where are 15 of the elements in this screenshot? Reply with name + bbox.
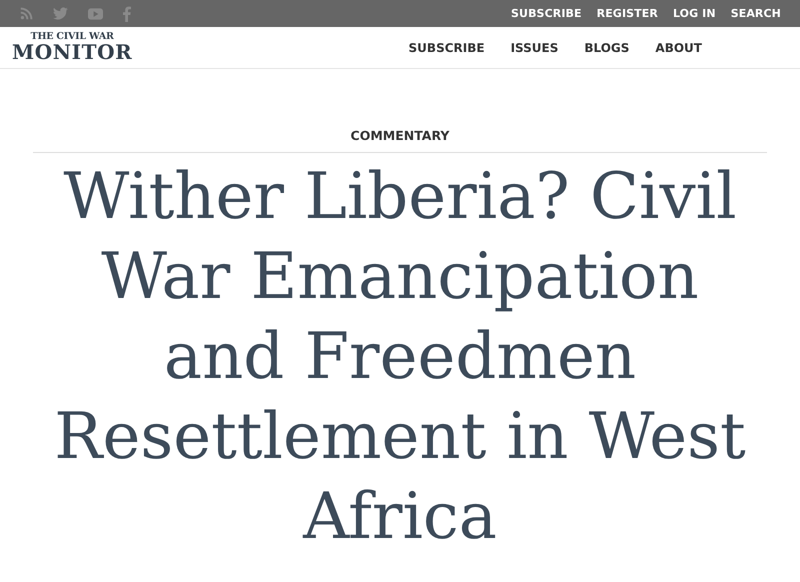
- top-link[interactable]: SEARCH: [730, 7, 781, 20]
- bird-icon[interactable]: [53, 7, 68, 20]
- rss-icon[interactable]: [20, 7, 33, 20]
- play-icon[interactable]: [88, 8, 103, 20]
- top-link[interactable]: SUBSCRIBE: [511, 7, 582, 20]
- article-title: Wither Liberia? Civil War Emancipation and Freedmen Resettlement in West Africa: [53, 159, 747, 556]
- category-label: COMMENTARY: [33, 128, 767, 153]
- nav-link[interactable]: SUBSCRIBE: [408, 40, 485, 54]
- nav-link[interactable]: BLOGS: [584, 40, 630, 54]
- facebook-icon[interactable]: [123, 6, 131, 22]
- nav-link[interactable]: ABOUT: [655, 40, 702, 54]
- top-link[interactable]: REGISTER: [596, 7, 658, 20]
- nav-link[interactable]: ISSUES: [510, 40, 558, 54]
- site-logo[interactable]: THE CIVIL WAR MONITOR: [12, 32, 132, 64]
- top-link[interactable]: LOG IN: [672, 7, 716, 20]
